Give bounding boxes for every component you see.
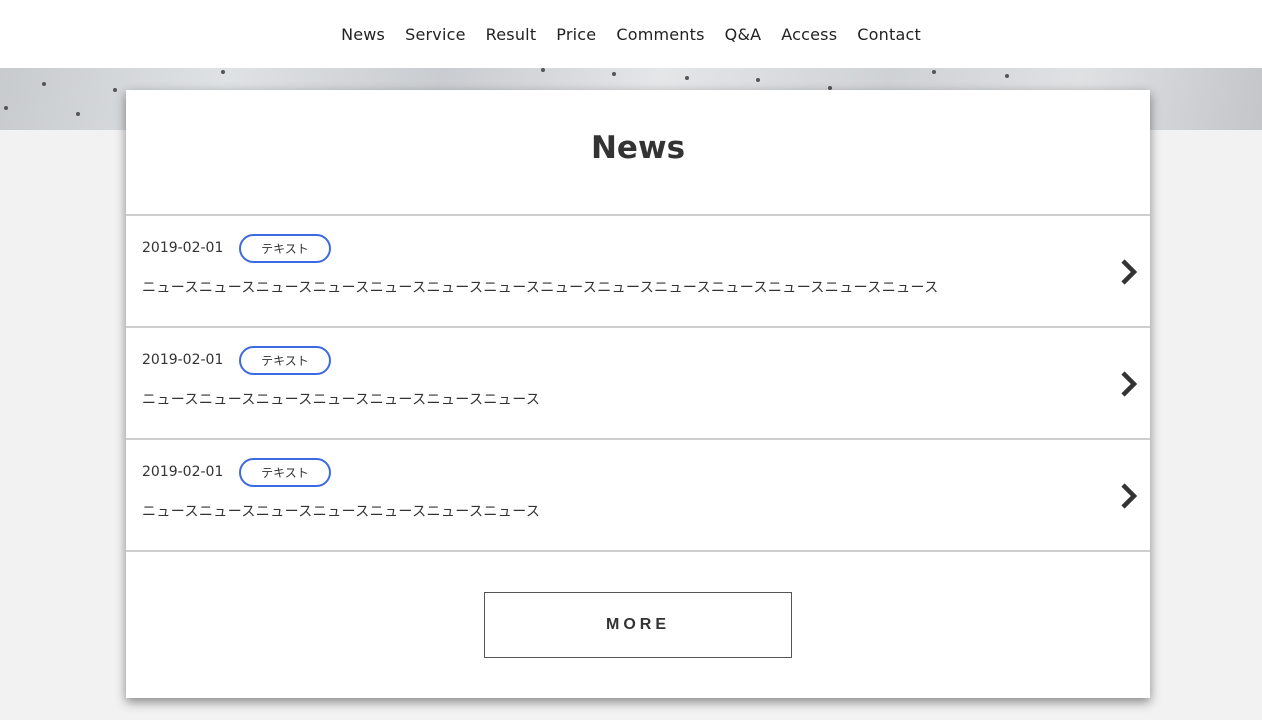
- news-card: News 2019-02-01 テキスト ニュースニュースニュースニュースニュー…: [126, 90, 1150, 698]
- hero-speck: [1005, 74, 1009, 78]
- hero-speck: [612, 72, 616, 76]
- hero-speck: [42, 82, 46, 86]
- nav-access[interactable]: Access: [781, 25, 837, 44]
- news-title: News: [590, 130, 686, 166]
- chevron-right-icon[interactable]: [1118, 482, 1140, 510]
- nav-qa[interactable]: Q&A: [725, 25, 762, 44]
- hero-speck: [685, 76, 689, 80]
- nav-result[interactable]: Result: [486, 25, 537, 44]
- news-item[interactable]: 2019-02-01 テキスト ニュースニュースニュースニュースニュースニュース…: [126, 328, 1150, 440]
- hero-speck: [932, 70, 936, 74]
- nav-service[interactable]: Service: [405, 25, 466, 44]
- nav-news[interactable]: News: [341, 25, 385, 44]
- hero-speck: [221, 70, 225, 74]
- news-date: 2019-02-01: [142, 352, 224, 368]
- news-text: ニュースニュースニュースニュースニュースニュースニュース: [142, 392, 541, 408]
- news-tag-badge: テキスト: [239, 346, 331, 375]
- news-item[interactable]: 2019-02-01 テキスト ニュースニュースニュースニュースニュースニュース…: [126, 216, 1150, 328]
- news-date: 2019-02-01: [142, 240, 224, 256]
- news-date: 2019-02-01: [142, 464, 224, 480]
- news-text: ニュースニュースニュースニュースニュースニュースニュース: [142, 504, 541, 520]
- news-text: ニュースニュースニュースニュースニュースニュースニュースニュースニュースニュース…: [142, 280, 939, 296]
- news-tag-badge: テキスト: [239, 234, 331, 263]
- hero-speck: [541, 68, 545, 72]
- top-nav: News Service Result Price Comments Q&A A…: [0, 0, 1262, 68]
- nav-price[interactable]: Price: [556, 25, 596, 44]
- hero-speck: [76, 112, 80, 116]
- chevron-right-icon[interactable]: [1118, 258, 1140, 286]
- chevron-right-icon[interactable]: [1118, 370, 1140, 398]
- nav-comments[interactable]: Comments: [616, 25, 704, 44]
- hero-speck: [756, 78, 760, 82]
- news-list: 2019-02-01 テキスト ニュースニュースニュースニュースニュースニュース…: [126, 214, 1150, 552]
- hero-speck: [113, 88, 117, 92]
- more-button[interactable]: MORE: [484, 592, 792, 658]
- news-item[interactable]: 2019-02-01 テキスト ニュースニュースニュースニュースニュースニュース…: [126, 440, 1150, 552]
- news-tag-badge: テキスト: [239, 458, 331, 487]
- hero-speck: [4, 106, 8, 110]
- nav-contact[interactable]: Contact: [857, 25, 921, 44]
